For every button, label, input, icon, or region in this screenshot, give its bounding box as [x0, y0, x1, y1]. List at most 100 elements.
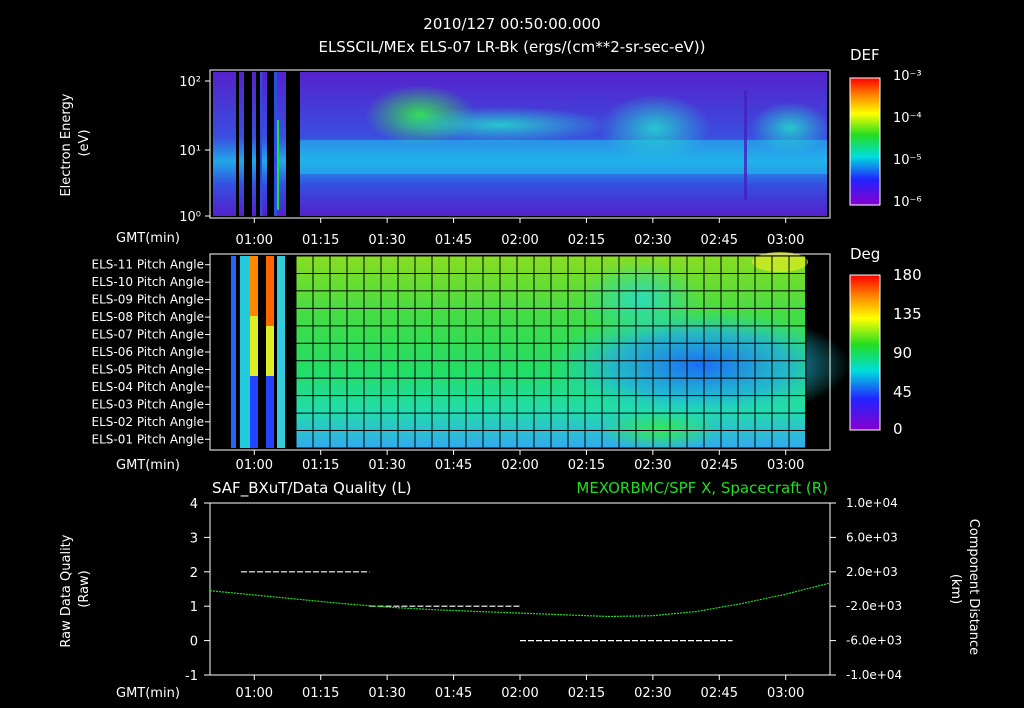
spacecraft-series	[209, 582, 831, 618]
left-yaxis-label-line1: Raw Data Quality	[59, 534, 74, 647]
y-tick-label: 6.0e+03	[846, 530, 898, 544]
spacecraft-line	[209, 582, 831, 618]
pitch-xaxis-label: GMT(min)	[116, 458, 180, 473]
y-tick-label: -1	[185, 669, 198, 684]
colorbar-label: 10⁻⁴	[893, 111, 922, 126]
y-tick-label: 0	[190, 635, 198, 650]
deg-colorbar: Deg 180 135 90 45 0	[849, 245, 922, 438]
x-tick-label: 01:45	[435, 233, 472, 248]
x-tick-label: 01:30	[368, 233, 405, 248]
pitch-angle-panel: ELS-11 Pitch Angle ELS-10 Pitch Angle ELS-…	[92, 252, 850, 473]
pitch-row-labels: ELS-11 Pitch Angle ELS-10 Pitch Angle ELS-…	[92, 258, 210, 446]
pitch-row-label: ELS-04 Pitch Angle	[92, 380, 204, 394]
pitch-row-label: ELS-10 Pitch Angle	[92, 275, 204, 289]
line-xaxis-label: GMT(min)	[116, 686, 180, 701]
right-yaxis-label-line2: (km)	[948, 574, 963, 604]
y-tick-label: 2.0e+03	[846, 565, 898, 579]
pitch-feature	[580, 260, 700, 340]
y-tick-label: 2	[190, 566, 198, 581]
energy-spectrogram-panel: 10² 10¹ 10⁰ Electron Energy (eV) 01:00 01…	[59, 69, 831, 248]
colorbar-label: 10⁻⁵	[893, 153, 922, 168]
y-tick-label: 10⁰	[179, 210, 201, 225]
energy-xaxis: 01:00 01:15 01:30 01:45 02:00 02:15 02:30 02:45…	[236, 218, 804, 248]
pitch-feature	[240, 256, 250, 448]
pitch-feature	[277, 256, 285, 448]
x-tick-label: 01:15	[302, 233, 339, 248]
pitch-feature	[231, 256, 236, 448]
colorbar-gradient	[850, 78, 880, 205]
y-tick-label: 1	[190, 600, 198, 615]
left-yaxis: 4 3 2 1 0 -1	[185, 497, 210, 684]
right-series-title: MEXORBMC/SPF X, Spacecraft (R)	[576, 479, 828, 497]
pitch-row-label: ELS-06 Pitch Angle	[92, 345, 204, 359]
colorbar-label: 10⁻⁶	[893, 195, 922, 210]
line-xaxis: 01:00 01:15 01:30 01:45 02:00 02:15 02:30 02:45…	[236, 675, 804, 701]
data-gap	[286, 72, 300, 216]
spectrogram-feature	[277, 120, 279, 210]
colorbar-label: 45	[893, 383, 912, 401]
x-tick-label: 01:15	[302, 686, 339, 701]
y-tick-label: 10¹	[179, 144, 201, 159]
colorbar-title: DEF	[850, 46, 880, 64]
right-yaxis-label-line1: Component Distance	[966, 519, 981, 655]
y-tick-label: 3	[190, 531, 198, 546]
spectrogram-feature	[260, 72, 262, 216]
pitch-row-label: ELS-07 Pitch Angle	[92, 328, 204, 342]
pitch-feature	[266, 256, 274, 326]
x-tick-label: 03:00	[767, 233, 804, 248]
x-tick-label: 02:30	[634, 458, 671, 473]
x-tick-label: 01:15	[302, 458, 339, 473]
data-gap	[267, 72, 274, 216]
quality-series	[241, 571, 733, 642]
x-tick-label: 02:15	[568, 686, 605, 701]
x-tick-label: 02:00	[501, 686, 538, 701]
x-tick-label: 02:15	[568, 458, 605, 473]
spectrogram-feature	[274, 72, 277, 216]
x-tick-label: 02:45	[701, 686, 738, 701]
pitch-feature	[250, 316, 258, 376]
pitch-row-label: ELS-03 Pitch Angle	[92, 397, 204, 411]
pitch-feature	[550, 310, 850, 420]
pitch-feature	[250, 256, 258, 316]
colorbar-label: 135	[893, 305, 922, 323]
pitch-row-label: ELS-05 Pitch Angle	[92, 362, 204, 376]
spectrogram-feature	[600, 94, 710, 162]
y-tick-label: -6.0e+03	[846, 634, 902, 648]
energy-yaxis-label-line2: (eV)	[77, 129, 92, 156]
pitch-row-label: ELS-09 Pitch Angle	[92, 293, 204, 307]
pitch-row-label: ELS-01 Pitch Angle	[92, 432, 204, 446]
x-tick-label: 01:30	[368, 686, 405, 701]
data-gap	[236, 72, 239, 216]
colorbar-label: 0	[893, 420, 903, 438]
pitch-row-label: ELS-08 Pitch Angle	[92, 310, 204, 324]
x-tick-label: 02:30	[634, 686, 671, 701]
y-tick-label: 4	[190, 497, 198, 512]
spectrogram-band	[300, 140, 827, 174]
y-tick-label: 1.0e+04	[846, 496, 898, 510]
y-tick-label: 10²	[179, 75, 201, 90]
x-tick-label: 01:45	[435, 458, 472, 473]
x-tick-label: 02:45	[701, 233, 738, 248]
line-panel: SAF_BXuT/Data Quality (L) MEXORBMC/SPF X…	[59, 479, 981, 701]
x-tick-label: 01:30	[368, 458, 405, 473]
x-tick-label: 01:00	[236, 458, 273, 473]
x-tick-label: 02:00	[501, 233, 538, 248]
figure: 2010/127 00:50:00.000 ELSSCIL/MEx ELS-07…	[59, 15, 981, 701]
def-colorbar: DEF 10⁻³ 10⁻⁴ 10⁻⁵ 10⁻⁶	[849, 46, 922, 210]
x-tick-label: 01:00	[236, 686, 273, 701]
x-tick-label: 02:45	[701, 458, 738, 473]
x-tick-label: 01:45	[435, 686, 472, 701]
pitch-row-label: ELS-02 Pitch Angle	[92, 415, 204, 429]
energy-yaxis-label-line1: Electron Energy	[59, 93, 74, 196]
pitch-feature	[752, 252, 808, 272]
colorbar-label: 90	[893, 344, 912, 362]
spectrogram-feature	[750, 102, 830, 154]
header-title: ELSSCIL/MEx ELS-07 LR-Bk (ergs/(cm**2-sr…	[318, 38, 705, 56]
data-gap	[256, 72, 260, 216]
x-tick-label: 02:00	[501, 458, 538, 473]
x-tick-label: 03:00	[767, 686, 804, 701]
x-tick-label: 03:00	[767, 458, 804, 473]
energy-yaxis: 10² 10¹ 10⁰	[179, 75, 210, 225]
colorbar-label: 180	[893, 266, 922, 284]
colorbar-title: Deg	[850, 245, 880, 263]
